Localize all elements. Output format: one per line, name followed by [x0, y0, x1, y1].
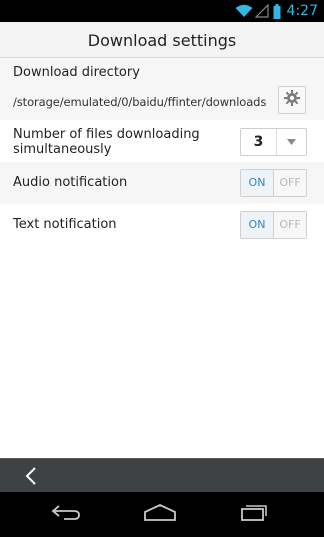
nav-recents-button[interactable]	[234, 502, 274, 526]
audio-notification-toggle[interactable]: ON OFF	[240, 169, 307, 197]
settings-list: Download directory /storage/emulated/0/b…	[0, 58, 324, 458]
text-notification-off[interactable]: OFF	[274, 212, 306, 238]
wifi-icon	[235, 4, 253, 18]
recent-apps-icon	[239, 503, 269, 525]
download-directory-row: Download directory /storage/emulated/0/b…	[0, 58, 324, 120]
nav-back-button[interactable]	[46, 502, 86, 526]
simultaneous-downloads-label-line2: simultaneously	[13, 142, 112, 157]
simultaneous-downloads-label: Number of files downloading simultaneous…	[13, 127, 233, 157]
home-icon	[143, 503, 177, 525]
status-bar: 4:27	[0, 0, 324, 22]
chevron-left-icon	[20, 467, 44, 491]
text-notification-row: Text notification ON OFF	[0, 204, 324, 246]
simultaneous-downloads-select[interactable]: 3	[240, 128, 307, 156]
audio-notification-off[interactable]: OFF	[274, 170, 306, 196]
audio-notification-on[interactable]: ON	[241, 170, 274, 196]
system-nav-bar	[0, 492, 324, 537]
dropdown-arrow-icon	[277, 129, 306, 155]
back-button[interactable]	[20, 465, 44, 487]
nav-home-button[interactable]	[140, 502, 180, 526]
status-time: 4:27	[286, 3, 318, 19]
download-directory-label: Download directory	[13, 65, 140, 80]
text-notification-toggle[interactable]: ON OFF	[240, 211, 307, 239]
page-title: Download settings	[87, 31, 237, 50]
simultaneous-downloads-label-line1: Number of files downloading	[13, 127, 200, 142]
signal-icon	[254, 4, 269, 18]
download-directory-path: /storage/emulated/0/baidu/ffinter/downlo…	[13, 95, 267, 109]
text-notification-label: Text notification	[13, 217, 117, 232]
audio-notification-label: Audio notification	[13, 175, 128, 190]
audio-notification-row: Audio notification ON OFF	[0, 162, 324, 204]
status-icons: 4:27	[235, 0, 324, 22]
simultaneous-downloads-value: 3	[241, 129, 277, 155]
battery-icon	[273, 3, 281, 19]
text-notification-on[interactable]: ON	[241, 212, 274, 238]
title-bar: Download settings	[0, 22, 324, 58]
simultaneous-downloads-row: Number of files downloading simultaneous…	[0, 120, 324, 162]
choose-directory-button[interactable]	[278, 86, 306, 114]
gear-icon	[284, 90, 300, 110]
action-bar	[0, 458, 324, 492]
back-arrow-icon	[50, 503, 82, 525]
